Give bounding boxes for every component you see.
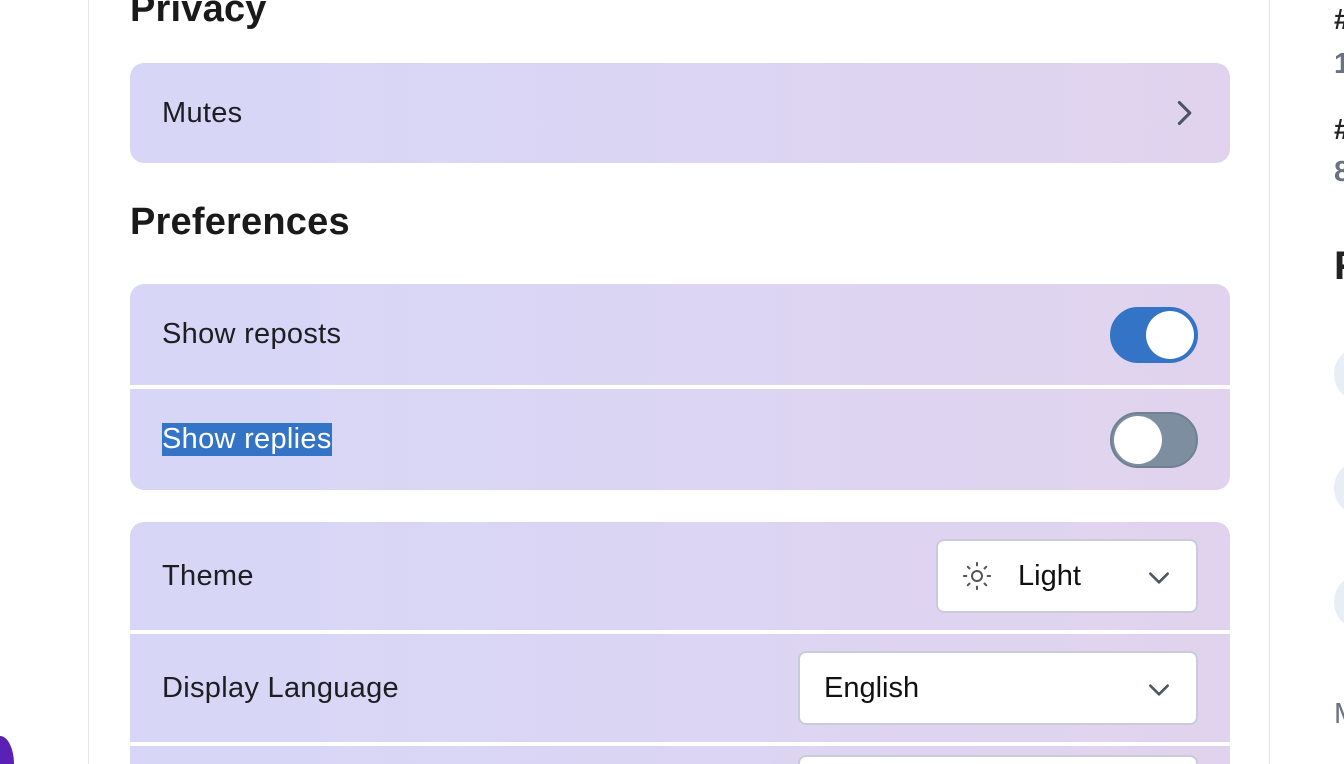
avatar[interactable] — [1334, 346, 1344, 402]
mutes-label: Mutes — [162, 96, 243, 129]
show-replies-label: Show replies — [162, 423, 332, 456]
show-replies-row: Show replies — [130, 389, 1230, 490]
trending-count-1: 1 — [1334, 48, 1344, 80]
show-reposts-toggle[interactable] — [1110, 306, 1198, 363]
display-language-row: Display Language English — [130, 634, 1230, 742]
mutes-row[interactable]: Mutes — [130, 63, 1230, 163]
theme-row: Theme Light — [130, 522, 1230, 630]
sun-icon — [962, 561, 992, 591]
toggle-knob — [1114, 415, 1162, 464]
theme-select[interactable]: Light — [936, 539, 1198, 613]
chevron-down-icon — [1149, 684, 1169, 696]
suggested-heading: F — [1334, 244, 1344, 289]
right-sidebar: # 1 # 8 F M — [1270, 0, 1344, 764]
privacy-heading: Privacy — [130, 0, 267, 30]
display-language-label: Display Language — [162, 671, 399, 704]
settings-page: Privacy Mutes Preferences Show reposts S… — [0, 0, 1344, 764]
chevron-right-icon — [1177, 100, 1192, 126]
toggle-knob — [1146, 310, 1194, 359]
display-preferences-group: Theme Light Display Language English — [130, 522, 1230, 764]
trending-hash-1[interactable]: # — [1334, 4, 1344, 37]
more-link[interactable]: M — [1334, 698, 1344, 731]
trending-count-2: 8 — [1334, 156, 1344, 188]
settings-main-column: Privacy Mutes Preferences Show reposts S… — [88, 0, 1270, 764]
feed-preferences-group: Show reposts Show replies — [130, 284, 1230, 490]
theme-label: Theme — [162, 559, 254, 592]
privacy-group: Mutes — [130, 63, 1230, 163]
avatar[interactable] — [1334, 460, 1344, 516]
next-setting-select[interactable] — [798, 755, 1198, 764]
avatar[interactable] — [1334, 574, 1344, 630]
next-setting-row — [130, 746, 1230, 764]
display-language-select[interactable]: English — [798, 651, 1198, 725]
display-language-select-value: English — [824, 671, 920, 704]
compose-button[interactable] — [0, 736, 14, 764]
show-reposts-label: Show reposts — [162, 318, 342, 350]
chevron-down-icon — [1149, 572, 1169, 584]
show-reposts-row: Show reposts — [130, 284, 1230, 385]
show-replies-toggle[interactable] — [1110, 411, 1198, 468]
preferences-heading: Preferences — [130, 201, 350, 243]
theme-select-value: Light — [1018, 559, 1081, 592]
trending-hash-2[interactable]: # — [1334, 114, 1344, 147]
